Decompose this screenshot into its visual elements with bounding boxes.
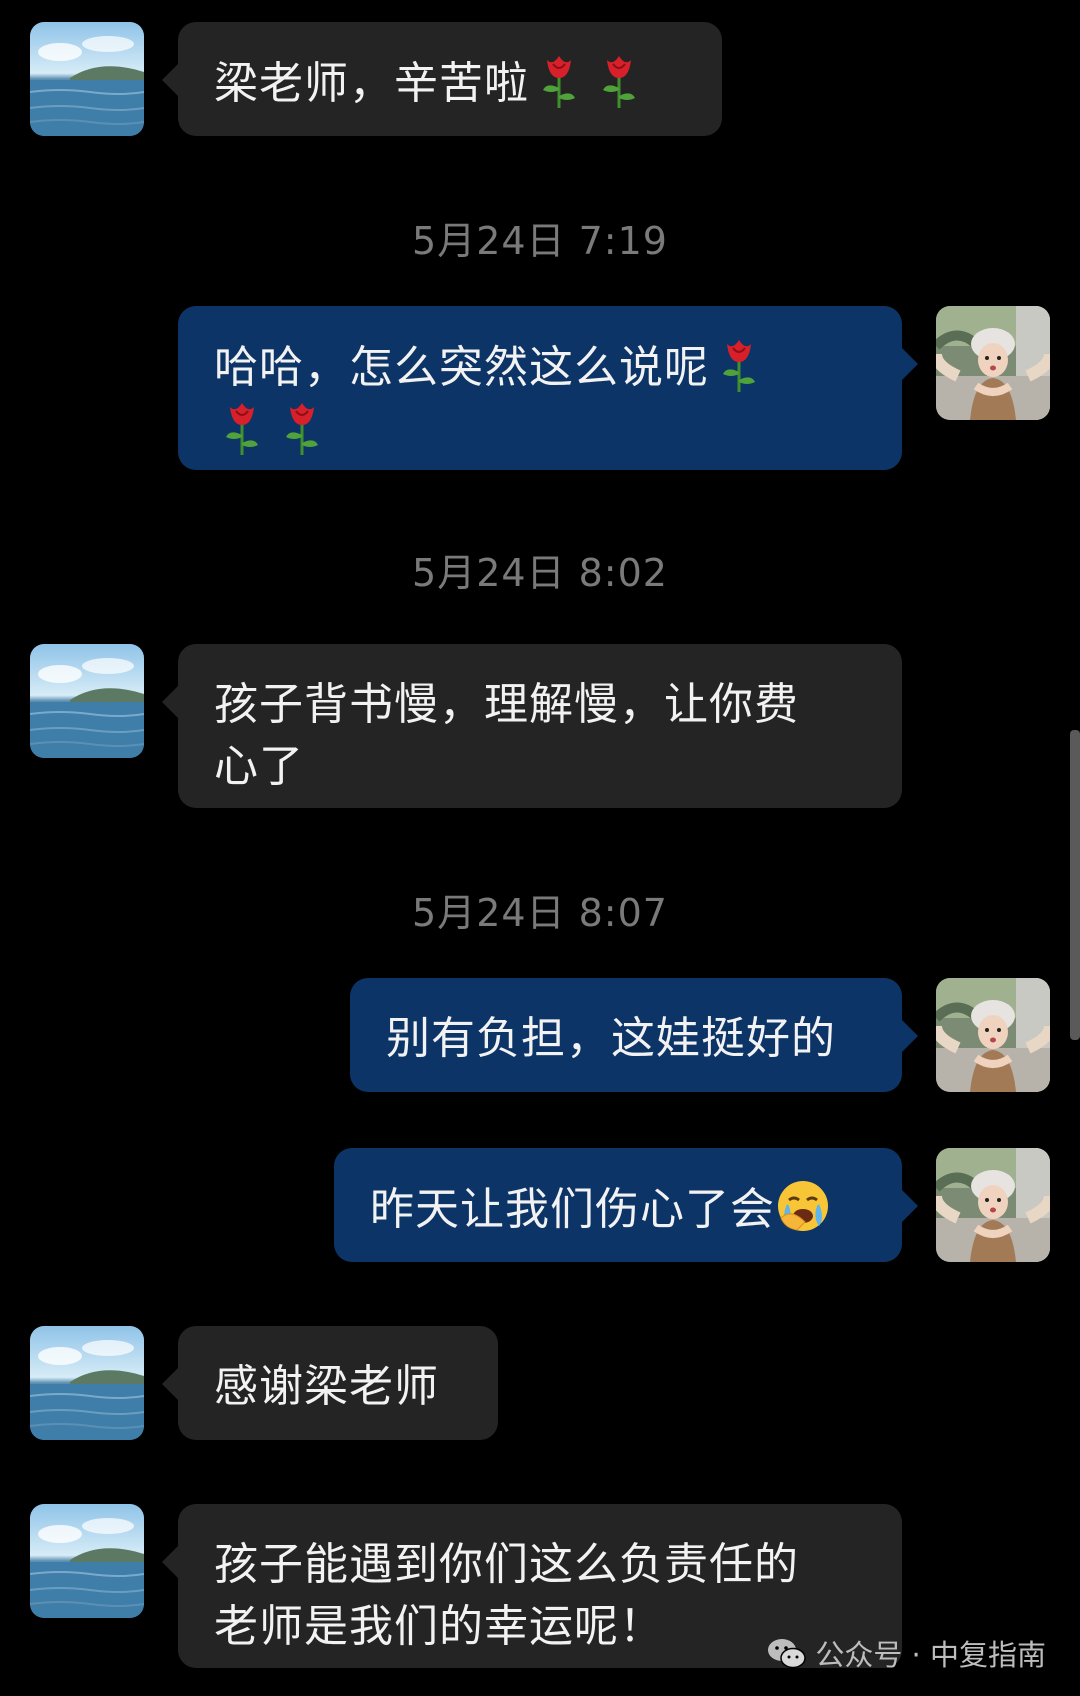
wechat-icon bbox=[768, 1639, 807, 1669]
crying-face-emoji-icon bbox=[775, 1178, 831, 1234]
bubble-tail bbox=[162, 64, 178, 96]
incoming-message-bubble[interactable]: 孩子背书慢，理解慢，让你费 心了 bbox=[162, 644, 902, 808]
message-text-line: 孩子能遇到你们这么负责任的 bbox=[214, 1539, 799, 1590]
message-text-line: 心了 bbox=[214, 741, 304, 792]
incoming-message-bubble[interactable]: 感谢梁老师 bbox=[162, 1326, 498, 1440]
message-text: 感谢梁老师 bbox=[214, 1361, 439, 1412]
outgoing-message-bubble[interactable]: 哈哈，怎么突然这么说呢 bbox=[178, 306, 918, 470]
timestamp: 5月24日 7:19 bbox=[412, 219, 668, 263]
bubble-tail bbox=[902, 1190, 918, 1222]
incoming-message-bubble[interactable]: 梁老师，辛苦啦 bbox=[162, 22, 722, 136]
rose-emoji-icon bbox=[278, 399, 326, 457]
watermark-text: 公众号 · 中复指南 bbox=[815, 1638, 1046, 1672]
message-text-line: 哈哈，怎么突然这么说呢 bbox=[214, 336, 866, 399]
scrollbar[interactable] bbox=[1070, 730, 1080, 1040]
message-text: 昨天让我们伤心了会 bbox=[370, 1184, 775, 1235]
bubble-tail bbox=[162, 1546, 178, 1578]
user-avatar[interactable] bbox=[936, 978, 1050, 1092]
message-text-line bbox=[214, 399, 866, 462]
rose-emoji-icon bbox=[535, 52, 583, 110]
timestamp: 5月24日 8:02 bbox=[412, 551, 668, 595]
bubble-tail bbox=[162, 686, 178, 718]
message-text: 别有负担，这娃挺好的 bbox=[386, 1013, 836, 1064]
rose-emoji-icon bbox=[715, 336, 763, 394]
timestamp: 5月24日 8:07 bbox=[412, 891, 668, 935]
rose-emoji-icon bbox=[218, 399, 266, 457]
contact-avatar[interactable] bbox=[30, 1504, 144, 1618]
bubble-tail bbox=[902, 348, 918, 380]
contact-avatar[interactable] bbox=[30, 644, 144, 758]
user-avatar[interactable] bbox=[936, 1148, 1050, 1262]
contact-avatar[interactable] bbox=[30, 1326, 144, 1440]
outgoing-message-bubble[interactable]: 别有负担，这娃挺好的 bbox=[350, 978, 918, 1092]
watermark: 公众号 · 中复指南 bbox=[767, 1632, 1046, 1674]
bubble-tail bbox=[162, 1368, 178, 1400]
message-text: 梁老师，辛苦啦 bbox=[214, 58, 529, 109]
outgoing-message-bubble[interactable]: 昨天让我们伤心了会 bbox=[334, 1148, 918, 1262]
rose-emoji-icon bbox=[595, 52, 643, 110]
bubble-tail bbox=[902, 1020, 918, 1052]
message-text-line: 孩子背书慢，理解慢，让你费 bbox=[214, 679, 799, 730]
user-avatar[interactable] bbox=[936, 306, 1050, 420]
contact-avatar[interactable] bbox=[30, 22, 144, 136]
